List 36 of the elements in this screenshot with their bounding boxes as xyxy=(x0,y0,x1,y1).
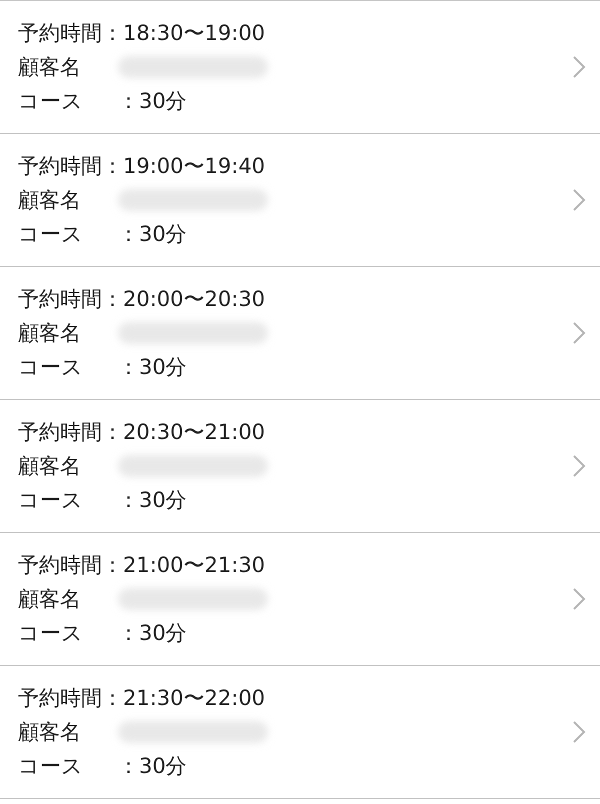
reservation-row[interactable]: 予約時間：21:00〜21:30 顧客名 コース ：30分 xyxy=(0,533,600,666)
course-label: コース xyxy=(18,88,84,115)
course-value: ：30分 xyxy=(118,88,187,115)
reservation-time: 予約時間：19:00〜19:40 xyxy=(18,153,266,180)
course-value: ：30分 xyxy=(118,487,187,514)
chevron-icon xyxy=(572,720,586,744)
reservation-time: 予約時間：21:30〜22:00 xyxy=(18,685,266,712)
reservation-row[interactable]: 予約時間：20:30〜21:00 顧客名 コース ：30分 xyxy=(0,400,600,533)
reservation-time: 予約時間：18:30〜19:00 xyxy=(18,20,266,47)
course-label: コース xyxy=(18,620,84,647)
chevron-icon xyxy=(572,587,586,611)
reservation-time: 予約時間：20:00〜20:30 xyxy=(18,286,266,313)
course-value: ：30分 xyxy=(118,221,187,248)
reservation-row[interactable]: 予約時間：20:00〜20:30 顧客名 コース ：30分 xyxy=(0,267,600,400)
reservation-row[interactable]: 予約時間：21:30〜22:00 顧客名 コース ：30分 xyxy=(0,666,600,799)
customer-label: 顧客名 xyxy=(18,586,82,613)
course-value: ：30分 xyxy=(118,354,187,381)
customer-label: 顧客名 xyxy=(18,187,82,214)
reservation-time: 予約時間：20:30〜21:00 xyxy=(18,419,266,446)
reservation-time: 予約時間：21:00〜21:30 xyxy=(18,552,266,579)
chevron-icon xyxy=(572,188,586,212)
course-label: コース xyxy=(18,354,84,381)
reservation-row[interactable]: 予約時間：18:30〜19:00 顧客名 コース ：30分 xyxy=(0,1,600,134)
reservation-row[interactable]: 予約時間：19:00〜19:40 顧客名 コース ：30分 xyxy=(0,134,600,267)
customer-label: 顧客名 xyxy=(18,453,82,480)
chevron-icon xyxy=(572,321,586,345)
customer-label: 顧客名 xyxy=(18,320,82,347)
course-value: ：30分 xyxy=(118,753,187,780)
course-label: コース xyxy=(18,753,84,780)
chevron-icon xyxy=(572,454,586,478)
customer-label: 顧客名 xyxy=(18,54,82,81)
course-label: コース xyxy=(18,487,84,514)
course-value: ：30分 xyxy=(118,620,187,647)
customer-label: 顧客名 xyxy=(18,719,82,746)
course-label: コース xyxy=(18,221,84,248)
chevron-icon xyxy=(572,55,586,79)
